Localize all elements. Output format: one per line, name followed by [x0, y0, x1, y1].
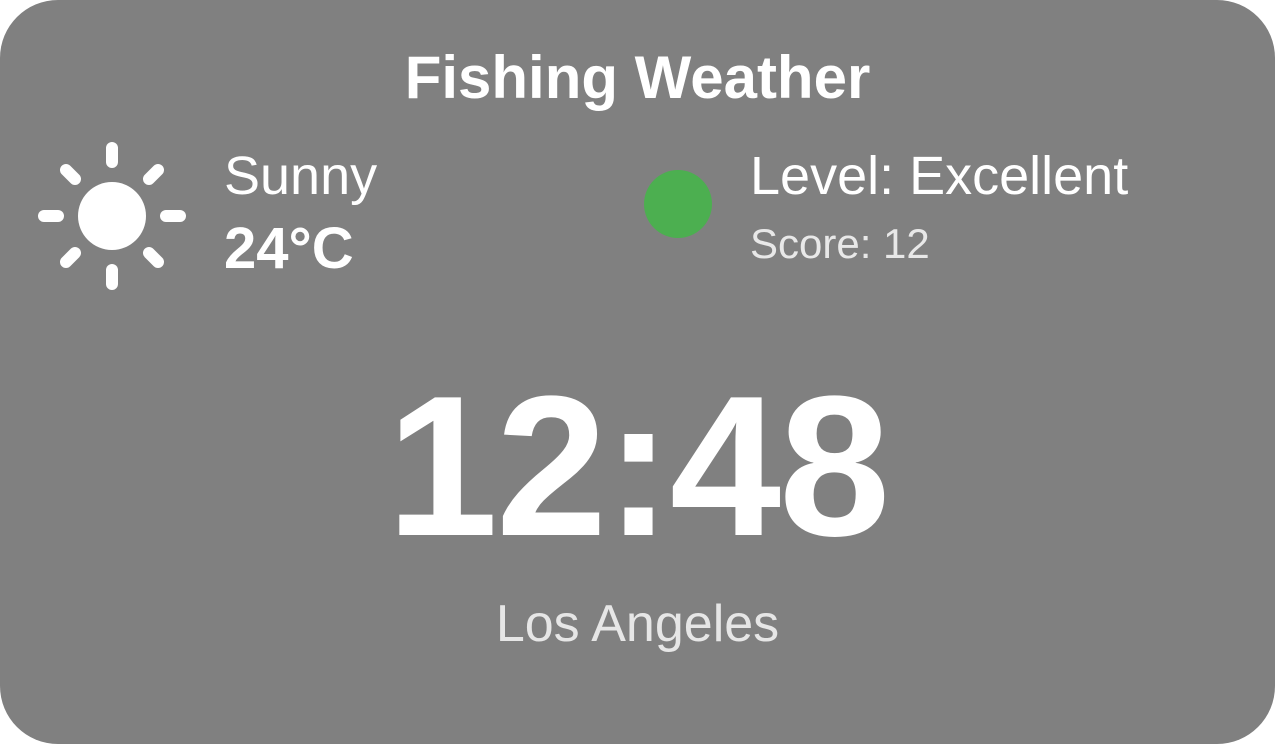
fishing-status-indicator: [644, 170, 712, 238]
weather-info: Sunny 24°C: [224, 144, 377, 286]
location-name: Los Angeles: [495, 595, 780, 653]
fishing-level: Level: Excellent: [750, 146, 1129, 206]
widget-title: Fishing Weather: [404, 44, 871, 111]
clock-time: 12:48: [386, 355, 891, 578]
fishing-weather-widget[interactable]: Fishing Weather Sunny 24°C Level: Excell…: [0, 0, 1275, 744]
temperature: 24°C: [224, 216, 354, 281]
sun-icon: [38, 142, 186, 290]
weather-condition: Sunny: [224, 146, 378, 206]
fishing-level-info: Level: Excellent Score: 12: [750, 144, 1128, 270]
fishing-score: Score: 12: [750, 220, 930, 267]
